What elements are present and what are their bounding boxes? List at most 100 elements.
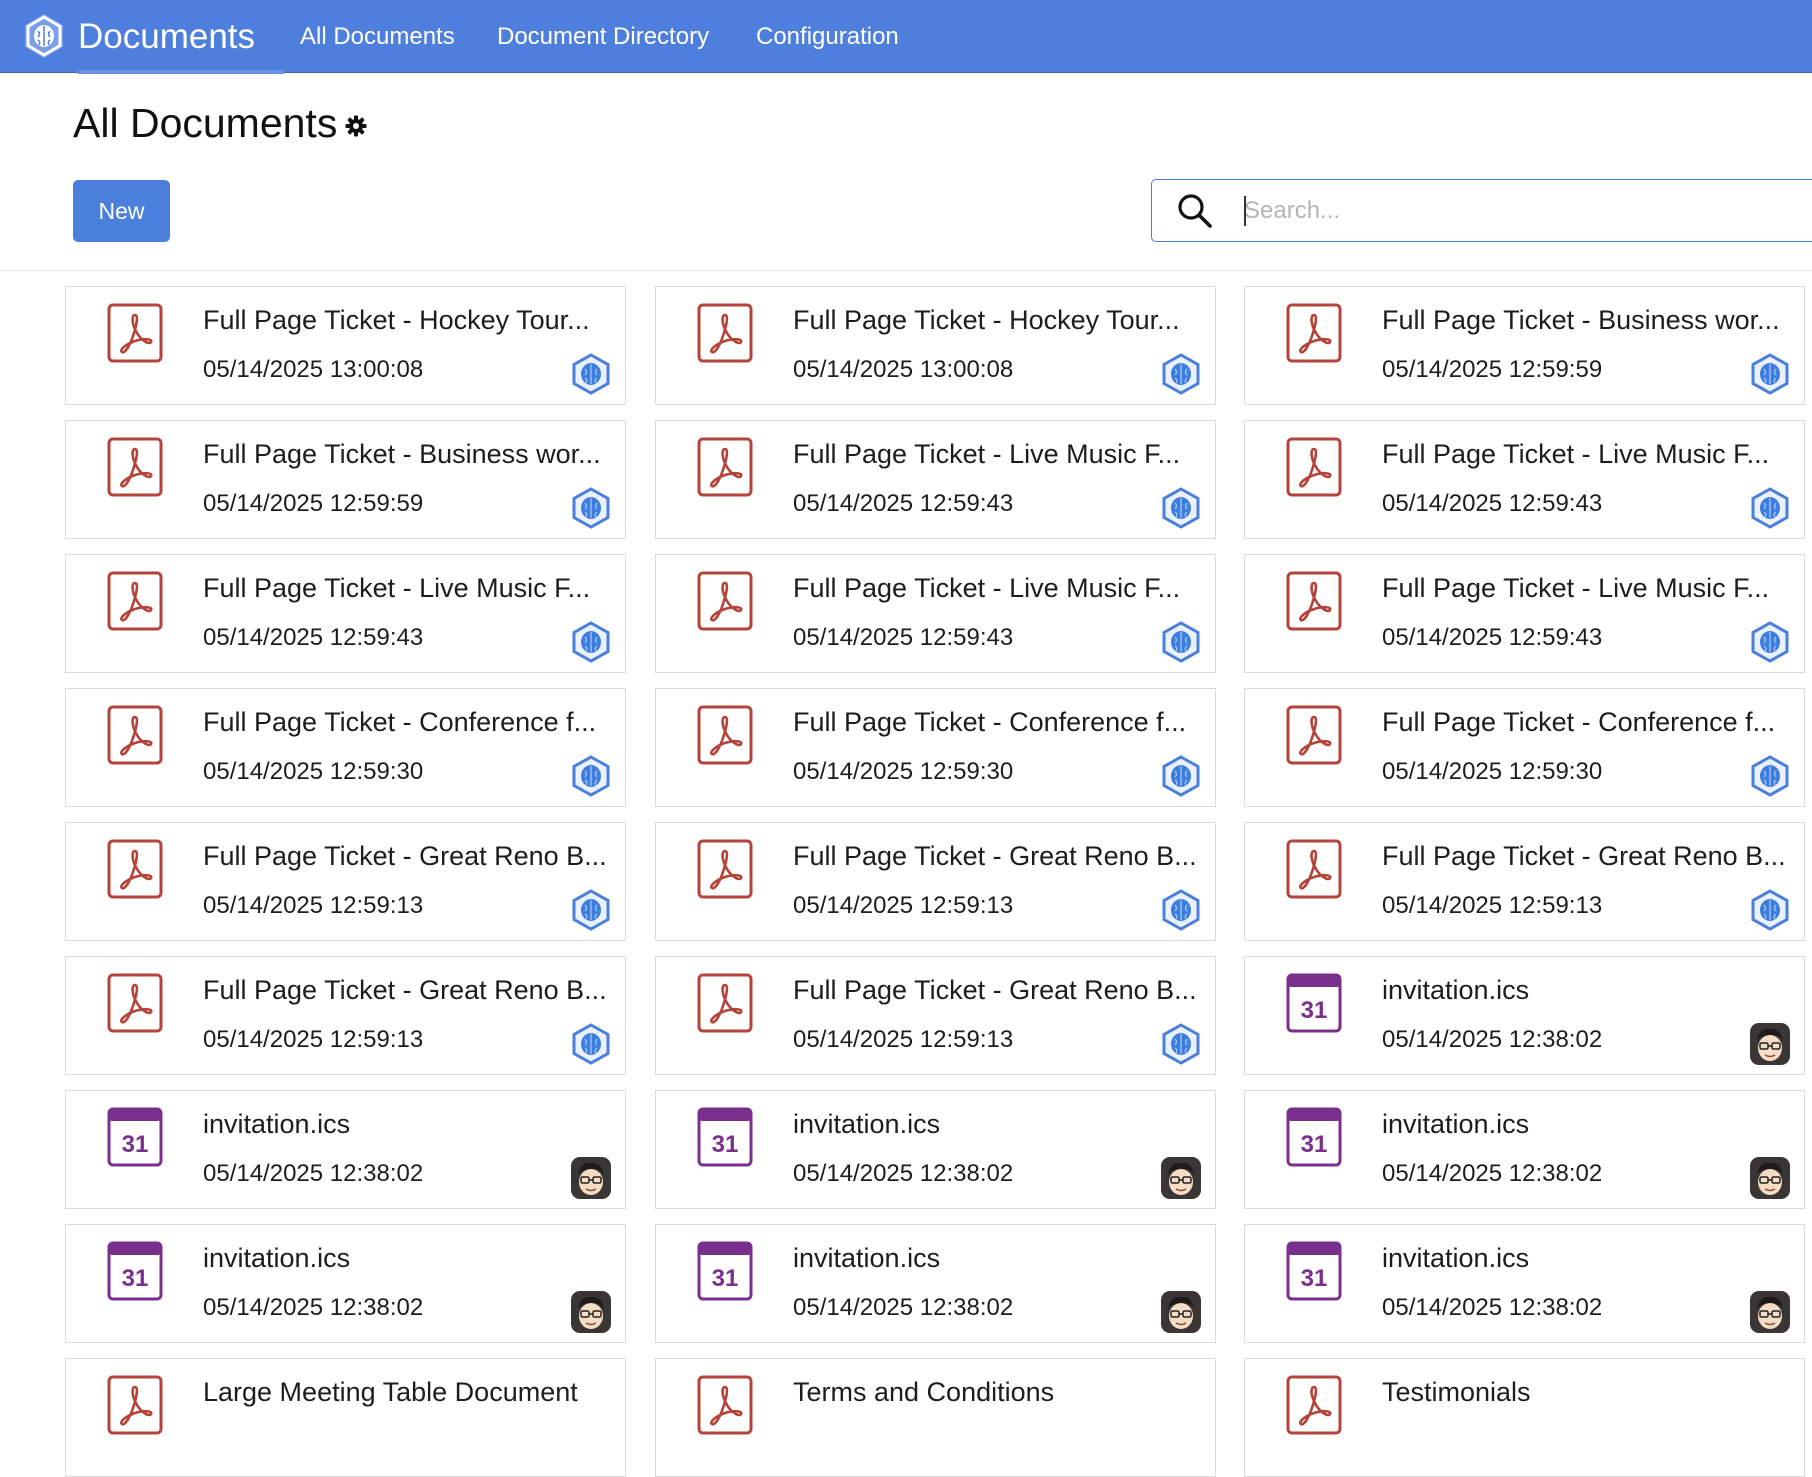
document-card[interactable]: 31 invitation.ics 05/14/2025 12:38:02	[1244, 1224, 1805, 1343]
brain-avatar-icon[interactable]	[571, 353, 611, 395]
document-date: 05/14/2025 12:38:02	[1382, 1294, 1603, 1321]
document-card[interactable]: Full Page Ticket - Conference f... 05/14/…	[1244, 688, 1805, 807]
document-name: Full Page Ticket - Conference f...	[203, 707, 597, 737]
search-input[interactable]	[1244, 190, 1804, 232]
document-card[interactable]: Full Page Ticket - Hockey Tour... 05/14/2…	[65, 286, 626, 405]
brain-avatar-icon[interactable]	[571, 487, 611, 529]
document-card[interactable]: Full Page Ticket - Conference f... 05/14/…	[655, 688, 1216, 807]
document-date: 05/14/2025 12:38:02	[203, 1160, 424, 1187]
pdf-file-icon	[697, 437, 753, 497]
pdf-file-icon	[1286, 1375, 1342, 1435]
document-name: Full Page Ticket - Great Reno B...	[203, 841, 607, 871]
pdf-file-icon	[697, 973, 753, 1033]
document-card[interactable]: Full Page Ticket - Business wor... 05/14/…	[1244, 286, 1805, 405]
brain-avatar-icon[interactable]	[1161, 1023, 1201, 1065]
new-button[interactable]: New	[73, 180, 170, 242]
brain-avatar-icon[interactable]	[571, 755, 611, 797]
document-card[interactable]: Full Page Ticket - Live Music F... 05/14/…	[1244, 420, 1805, 539]
document-card[interactable]: Full Page Ticket - Live Music F... 05/14/…	[1244, 554, 1805, 673]
brain-avatar-icon[interactable]	[1161, 487, 1201, 529]
document-card[interactable]: Full Page Ticket - Great Reno B... 05/14/…	[655, 956, 1216, 1075]
svg-text:31: 31	[1301, 997, 1328, 1024]
page-title[interactable]: All Documents	[73, 100, 337, 147]
brain-avatar-icon[interactable]	[1750, 889, 1790, 931]
search-box[interactable]	[1151, 179, 1812, 242]
user-avatar-icon[interactable]	[1750, 1023, 1790, 1065]
user-avatar-icon[interactable]	[1161, 1157, 1201, 1199]
document-card[interactable]: 31 invitation.ics 05/14/2025 12:38:02	[655, 1224, 1216, 1343]
pdf-file-icon	[107, 571, 163, 631]
brain-avatar-icon[interactable]	[1750, 487, 1790, 529]
document-date: 05/14/2025 12:38:02	[203, 1294, 424, 1321]
user-avatar-icon[interactable]	[1750, 1291, 1790, 1333]
brain-avatar-icon[interactable]	[1161, 353, 1201, 395]
document-card[interactable]: 31 invitation.ics 05/14/2025 12:38:02	[1244, 1090, 1805, 1209]
user-avatar-icon[interactable]	[1161, 1291, 1201, 1333]
document-name: Full Page Ticket - Live Music F...	[1382, 439, 1770, 469]
calendar-file-icon: 31	[697, 1107, 753, 1167]
document-date: 05/14/2025 12:59:43	[793, 490, 1014, 517]
pdf-file-icon	[697, 303, 753, 363]
user-avatar-icon[interactable]	[571, 1291, 611, 1333]
brain-avatar-icon[interactable]	[1161, 889, 1201, 931]
brain-avatar-icon[interactable]	[1750, 621, 1790, 663]
document-date: 05/14/2025 12:59:13	[793, 1026, 1014, 1053]
document-card[interactable]: Testimonials	[1244, 1358, 1805, 1477]
svg-text:31: 31	[122, 1265, 149, 1292]
document-name: invitation.ics	[1382, 1243, 1530, 1273]
brain-avatar-icon[interactable]	[1161, 755, 1201, 797]
document-date: 05/14/2025 12:59:59	[1382, 356, 1603, 383]
pdf-file-icon	[107, 973, 163, 1033]
pdf-file-icon	[1286, 705, 1342, 765]
brain-hex-logo-icon[interactable]	[22, 12, 66, 60]
document-card[interactable]: Full Page Ticket - Great Reno B... 05/14/…	[65, 822, 626, 941]
document-name: Large Meeting Table Document	[203, 1377, 578, 1407]
user-avatar-icon[interactable]	[1750, 1157, 1790, 1199]
user-avatar-icon[interactable]	[571, 1157, 611, 1199]
pdf-file-icon	[1286, 571, 1342, 631]
document-date: 05/14/2025 12:38:02	[1382, 1160, 1603, 1187]
calendar-file-icon: 31	[107, 1107, 163, 1167]
brain-avatar-icon[interactable]	[1161, 621, 1201, 663]
pdf-file-icon	[697, 571, 753, 631]
document-date: 05/14/2025 12:59:13	[793, 892, 1014, 919]
document-name: Full Page Ticket - Great Reno B...	[203, 975, 607, 1005]
document-card[interactable]: Large Meeting Table Document	[65, 1358, 626, 1477]
brain-avatar-icon[interactable]	[571, 889, 611, 931]
document-card[interactable]: 31 invitation.ics 05/14/2025 12:38:02	[1244, 956, 1805, 1075]
document-card[interactable]: Full Page Ticket - Hockey Tour... 05/14/2…	[655, 286, 1216, 405]
document-name: Full Page Ticket - Live Music F...	[1382, 573, 1770, 603]
document-name: Full Page Ticket - Conference f...	[1382, 707, 1776, 737]
nav-all-documents[interactable]: All Documents	[300, 0, 455, 73]
document-card[interactable]: 31 invitation.ics 05/14/2025 12:38:02	[655, 1090, 1216, 1209]
document-card[interactable]: Full Page Ticket - Great Reno B... 05/14/…	[1244, 822, 1805, 941]
pdf-file-icon	[697, 705, 753, 765]
nav-document-directory[interactable]: Document Directory	[497, 0, 709, 73]
brain-avatar-icon[interactable]	[571, 1023, 611, 1065]
pdf-file-icon	[1286, 437, 1342, 497]
document-card[interactable]: Full Page Ticket - Live Music F... 05/14/…	[655, 420, 1216, 539]
document-date: 05/14/2025 12:59:43	[1382, 624, 1603, 651]
document-card[interactable]: Full Page Ticket - Great Reno B... 05/14/…	[655, 822, 1216, 941]
brain-avatar-icon[interactable]	[1750, 755, 1790, 797]
document-name: Full Page Ticket - Hockey Tour...	[203, 305, 590, 335]
document-card[interactable]: Full Page Ticket - Live Music F... 05/14/…	[65, 554, 626, 673]
document-card[interactable]: Full Page Ticket - Great Reno B... 05/14/…	[65, 956, 626, 1075]
pdf-file-icon	[107, 839, 163, 899]
page-title-wrapper: All Documents	[73, 100, 367, 147]
document-card[interactable]: Full Page Ticket - Live Music F... 05/14/…	[655, 554, 1216, 673]
brain-avatar-icon[interactable]	[1750, 353, 1790, 395]
nav-configuration[interactable]: Configuration	[756, 0, 899, 73]
brain-avatar-icon[interactable]	[571, 621, 611, 663]
document-card[interactable]: 31 invitation.ics 05/14/2025 12:38:02	[65, 1090, 626, 1209]
document-card[interactable]: 31 invitation.ics 05/14/2025 12:38:02	[65, 1224, 626, 1343]
document-card[interactable]: Full Page Ticket - Conference f... 05/14/…	[65, 688, 626, 807]
document-date: 05/14/2025 12:59:13	[203, 892, 424, 919]
document-card[interactable]: Terms and Conditions	[655, 1358, 1216, 1477]
document-name: invitation.ics	[793, 1243, 941, 1273]
app-title[interactable]: Documents	[66, 0, 284, 74]
calendar-file-icon: 31	[1286, 1241, 1342, 1301]
document-name: Full Page Ticket - Great Reno B...	[793, 841, 1197, 871]
document-card[interactable]: Full Page Ticket - Business wor... 05/14/…	[65, 420, 626, 539]
gear-icon[interactable]	[345, 115, 367, 137]
